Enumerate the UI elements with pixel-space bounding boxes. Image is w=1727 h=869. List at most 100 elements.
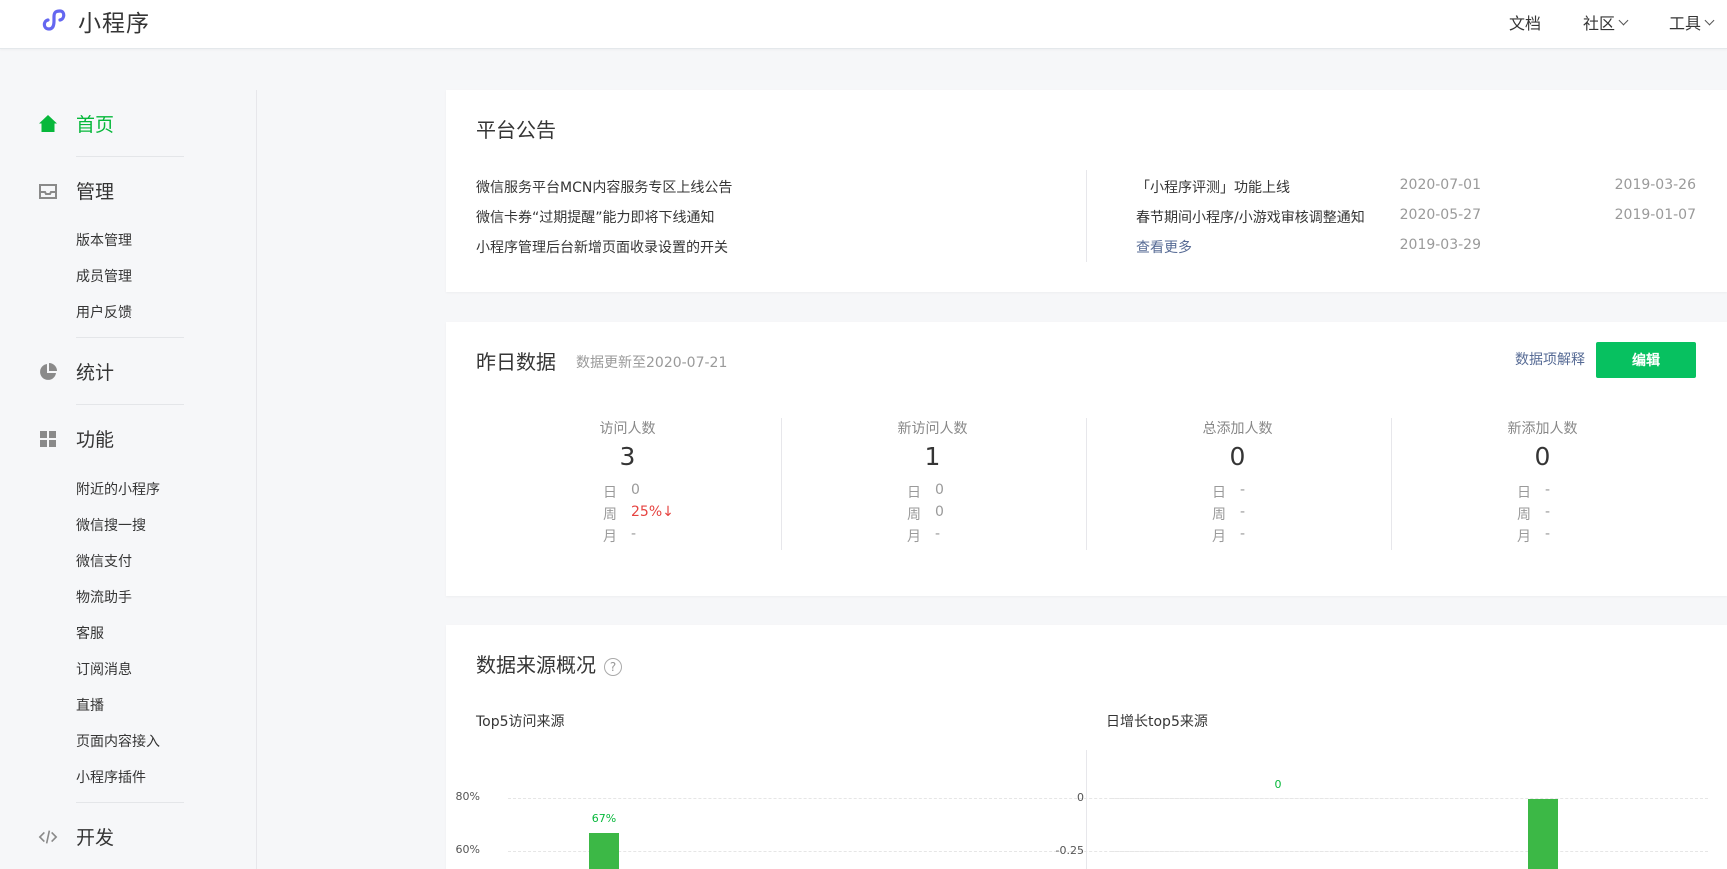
inbox-icon <box>38 181 58 201</box>
divider <box>76 404 184 405</box>
notice-date: 2019-03-26 <box>1614 177 1696 193</box>
stat-month-row: 月- <box>1517 526 1550 546</box>
stat-week-row: 周0 <box>907 504 944 524</box>
sidebar-sub-service[interactable]: 客服 <box>76 623 104 643</box>
notice-title: 平台公告 <box>476 118 556 142</box>
help-icon[interactable]: ? <box>604 657 622 676</box>
row-value: 0 <box>631 482 640 498</box>
sidebar-sub-version[interactable]: 版本管理 <box>76 230 132 250</box>
notice-item[interactable]: 微信服务平台MCN内容服务专区上线公告 <box>476 177 732 197</box>
sidebar-item-stats[interactable]: 统计 <box>38 358 114 385</box>
y-tick-label: -0.25 <box>1055 844 1084 857</box>
sidebar-item-home[interactable]: 首页 <box>38 110 114 137</box>
sidebar-sub-feedback[interactable]: 用户反馈 <box>76 302 132 322</box>
divider <box>76 156 184 157</box>
gridline <box>1111 851 1708 852</box>
top-bar: 小程序 文档 社区 工具 <box>0 0 1727 49</box>
sidebar: 首页 管理 版本管理 成员管理 用户反馈 统计 功能 附近的小程序 微信搜一搜 … <box>0 90 257 869</box>
sidebar-item-dev[interactable]: 开发 <box>38 823 114 850</box>
sidebar-sub-plugin[interactable]: 小程序插件 <box>76 767 146 787</box>
sidebar-item-label: 开发 <box>76 827 115 849</box>
row-key: 日 <box>1212 485 1226 501</box>
yesterday-data-card: 昨日数据 数据更新至2020-07-21 数据项解释 编辑 访问人数 3 日0 … <box>446 322 1727 596</box>
row-key: 月 <box>1517 529 1531 545</box>
grid-icon <box>38 429 58 449</box>
stat-new-visitors: 新访问人数 1 日0 周0 月- <box>780 418 1085 550</box>
notice-item[interactable]: 春节期间小程序/小游戏审核调整通知 <box>1136 207 1365 227</box>
bar-value-label: 67% <box>591 812 617 825</box>
sidebar-sub-nearby[interactable]: 附近的小程序 <box>76 479 160 499</box>
pie-chart-icon <box>38 362 58 382</box>
gridline <box>1111 798 1708 799</box>
row-key: 周 <box>1517 507 1531 523</box>
stat-label: 新添加人数 <box>1507 421 1578 437</box>
top-nav: 文档 社区 工具 <box>1509 10 1727 34</box>
stat-value: 0 <box>1229 442 1246 471</box>
stat-month-row: 月- <box>603 526 636 546</box>
brand[interactable]: 小程序 <box>38 4 150 38</box>
notice-item[interactable]: 「小程序评测」功能上线 <box>1136 177 1290 197</box>
row-key: 日 <box>907 485 921 501</box>
stat-new-added: 新添加人数 0 日- 周- 月- <box>1390 418 1695 550</box>
notice-card: 平台公告 微信服务平台MCN内容服务专区上线公告 2020-07-01 微信卡券… <box>446 90 1727 292</box>
view-more-link[interactable]: 查看更多 <box>1136 237 1192 257</box>
stat-value: 1 <box>924 442 941 471</box>
chart-title-growth: 日增长top5来源 <box>1106 714 1208 730</box>
sidebar-sub-live[interactable]: 直播 <box>76 695 104 715</box>
row-key: 月 <box>907 529 921 545</box>
edit-button[interactable]: 编辑 <box>1596 342 1696 378</box>
row-key: 日 <box>1517 485 1531 501</box>
data-source-card: 数据来源概况? Top5访问来源 日增长top5来源 80% 60% 67% 0… <box>446 625 1727 869</box>
stat-week-row: 周- <box>1517 504 1550 524</box>
row-value: - <box>1240 526 1246 542</box>
row-value: - <box>1240 504 1246 520</box>
divider <box>76 802 184 803</box>
sidebar-sub-members[interactable]: 成员管理 <box>76 266 132 286</box>
mini-program-logo-icon <box>42 9 66 31</box>
row-value: - <box>1545 482 1551 498</box>
data-explain-link[interactable]: 数据项解释 <box>1515 349 1585 369</box>
divider <box>76 337 184 338</box>
brand-name: 小程序 <box>78 11 150 37</box>
notice-item[interactable]: 小程序管理后台新增页面收录设置的开关 <box>476 237 728 257</box>
row-value: 0 <box>935 504 944 520</box>
row-key: 周 <box>907 507 921 523</box>
row-key: 月 <box>603 529 617 545</box>
stat-total-added: 总添加人数 0 日- 周- 月- <box>1085 418 1390 550</box>
stat-label: 新访问人数 <box>897 421 968 437</box>
sidebar-item-label: 统计 <box>76 362 115 384</box>
code-icon <box>38 827 58 847</box>
notice-item[interactable]: 微信卡券“过期提醒”能力即将下线通知 <box>476 207 715 227</box>
sidebar-item-label: 首页 <box>76 114 115 136</box>
stat-week-row: 周 25%↓ <box>603 504 674 524</box>
chart-title-top5: Top5访问来源 <box>476 714 565 730</box>
nav-tools-label: 工具 <box>1669 14 1702 33</box>
row-value: - <box>631 526 637 542</box>
sidebar-item-features[interactable]: 功能 <box>38 425 114 452</box>
nav-community[interactable]: 社区 <box>1583 10 1629 34</box>
bar[interactable] <box>589 833 619 869</box>
row-value: - <box>1545 504 1551 520</box>
y-tick-label: 60% <box>455 843 480 856</box>
row-value: - <box>1545 526 1551 542</box>
row-value: - <box>935 526 941 542</box>
bar[interactable] <box>1528 799 1558 869</box>
stat-month-row: 月- <box>907 526 940 546</box>
stat-day-row: 日0 <box>907 482 944 502</box>
nav-tools[interactable]: 工具 <box>1669 10 1727 34</box>
sidebar-sub-search[interactable]: 微信搜一搜 <box>76 515 146 535</box>
sidebar-sub-subscribe[interactable]: 订阅消息 <box>76 659 132 679</box>
sidebar-item-label: 功能 <box>76 429 115 451</box>
nav-docs[interactable]: 文档 <box>1509 10 1541 34</box>
sidebar-sub-page-content[interactable]: 页面内容接入 <box>76 731 160 751</box>
row-value: 25%↓ <box>631 504 674 520</box>
row-key: 周 <box>1212 507 1226 523</box>
stat-value: 0 <box>1534 442 1551 471</box>
source-title: 数据来源概况? <box>476 649 622 678</box>
sidebar-sub-pay[interactable]: 微信支付 <box>76 551 132 571</box>
sidebar-sub-logistics[interactable]: 物流助手 <box>76 587 132 607</box>
sidebar-item-manage[interactable]: 管理 <box>38 177 114 204</box>
chevron-down-icon <box>1704 15 1715 25</box>
bar-value-label: 0 <box>1274 778 1282 791</box>
column-divider <box>1086 170 1087 262</box>
